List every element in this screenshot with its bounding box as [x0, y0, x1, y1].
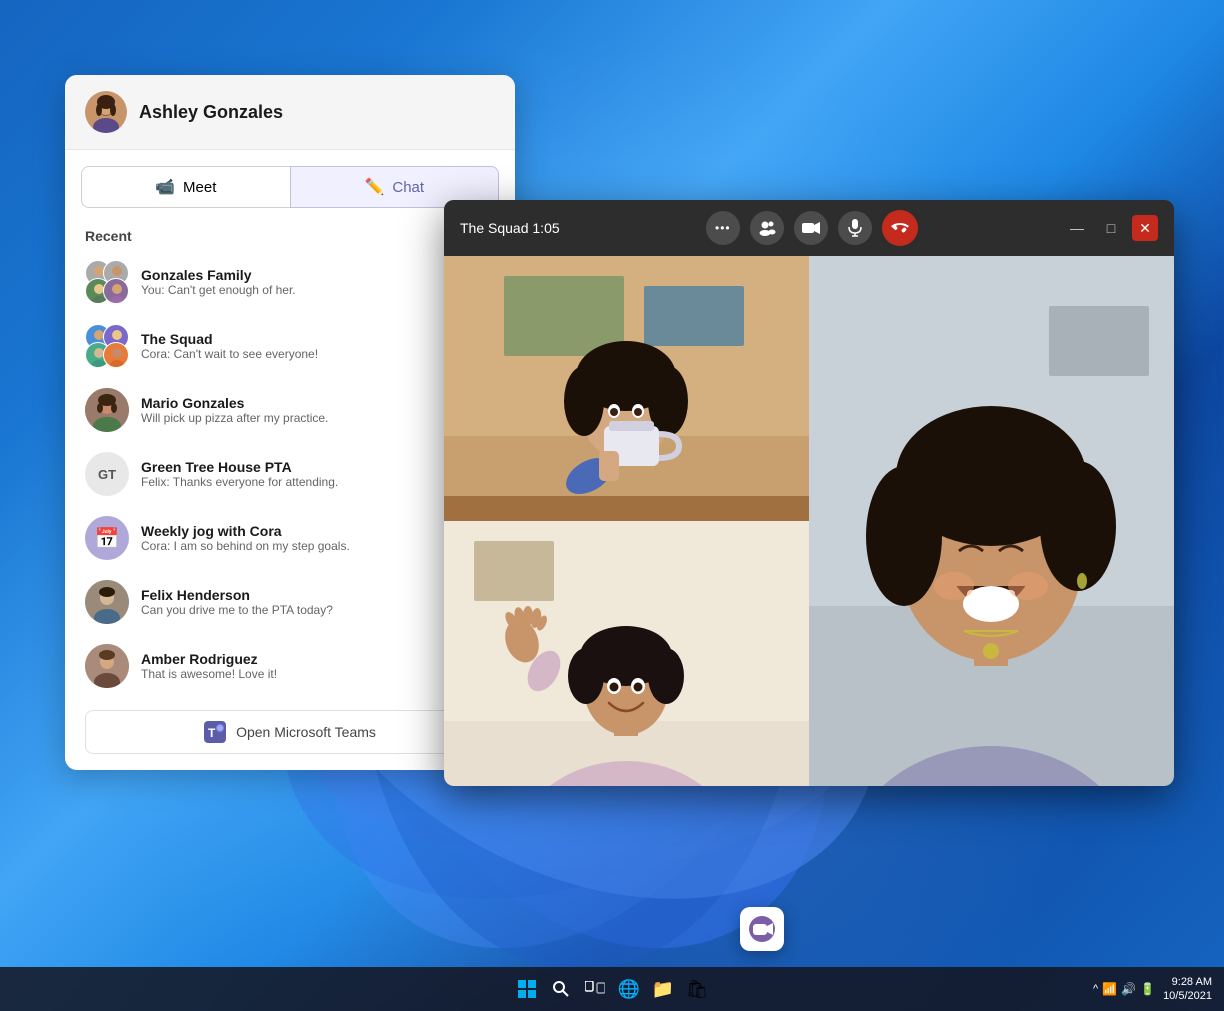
participant-video-2	[444, 521, 809, 786]
participants-icon	[758, 220, 776, 236]
taskbar-right: ^ 📶 🔊 🔋 9:28 AM 10/5/2021	[1093, 975, 1212, 1004]
contact-info: Weekly jog with Cora Cora: I am so behin…	[141, 523, 495, 553]
open-teams-button[interactable]: T Open Microsoft Teams	[85, 710, 495, 754]
taskbar-clock[interactable]: 9:28 AM 10/5/2021	[1163, 975, 1212, 1004]
camera-icon	[802, 221, 820, 235]
end-call-icon	[891, 222, 909, 234]
windows-icon	[518, 980, 536, 998]
video-cell-bottom-left	[444, 521, 809, 786]
camera-button[interactable]	[794, 211, 828, 245]
group-avatar-gonzales	[85, 260, 129, 304]
chat-icon: ✏️	[364, 177, 384, 197]
contact-info: Mario Gonzales Will pick up pizza after …	[141, 395, 495, 425]
taskbar-search-button[interactable]	[547, 975, 575, 1003]
group-avatar-squad	[85, 324, 129, 368]
contact-info: Gonzales Family You: Can't get enough of…	[141, 267, 495, 297]
end-call-button[interactable]	[882, 210, 918, 246]
contact-info: Amber Rodriguez That is awesome! Love it…	[141, 651, 495, 681]
participant-video-large	[809, 256, 1174, 786]
video-cell-top-left	[444, 256, 809, 521]
tab-row: 📹 Meet ✏️ Chat	[81, 166, 499, 208]
system-tray-icons: ^ 📶 🔊 🔋	[1093, 982, 1155, 996]
contact-info: The Squad Cora: Can't wait to see everyo…	[141, 331, 495, 361]
participants-button[interactable]	[750, 211, 784, 245]
chat-panel-header: Ashley Gonzales	[65, 75, 515, 150]
taskbar-start-button[interactable]	[513, 975, 541, 1003]
video-cell-large	[809, 256, 1174, 786]
felix-avatar	[85, 580, 129, 624]
teams-icon: T	[204, 721, 226, 743]
participant-video-1	[444, 256, 809, 521]
chat-panel-username: Ashley Gonzales	[139, 102, 283, 123]
gt-avatar: GT	[85, 452, 129, 496]
taskbar-explorer-button[interactable]: 📁	[649, 975, 677, 1003]
svg-text:T: T	[208, 726, 216, 740]
mic-icon	[848, 219, 862, 237]
contact-info: Felix Henderson Can you drive me to the …	[141, 587, 495, 617]
maximize-button[interactable]: □	[1098, 215, 1124, 241]
video-grid	[444, 256, 1174, 786]
mic-button[interactable]	[838, 211, 872, 245]
search-icon	[552, 980, 570, 998]
meet-tab[interactable]: 📹 Meet	[81, 166, 290, 208]
teams-dock-logo	[745, 912, 779, 946]
jog-avatar: 📅	[85, 516, 129, 560]
taskbar: 🌐 📁 🛍 ^ 📶 🔊 🔋 9:28 AM 10/5/2021	[0, 967, 1224, 1011]
taskview-icon	[585, 981, 605, 997]
taskbar-taskview-button[interactable]	[581, 975, 609, 1003]
taskbar-center: 🌐 📁 🛍	[513, 975, 711, 1003]
ashley-avatar-image	[85, 91, 127, 133]
mario-avatar	[85, 388, 129, 432]
titlebar-controls: — □ ✕	[1064, 215, 1158, 241]
meet-icon: 📹	[155, 177, 175, 197]
user-avatar	[85, 91, 127, 133]
taskbar-edge-button[interactable]: 🌐	[615, 975, 643, 1003]
video-call-title: The Squad 1:05	[460, 220, 560, 236]
call-controls: •••	[706, 210, 918, 246]
video-call-window: The Squad 1:05 •••	[444, 200, 1174, 786]
more-options-button[interactable]: •••	[706, 211, 740, 245]
contact-info: Green Tree House PTA Felix: Thanks every…	[141, 459, 495, 489]
taskbar-store-button[interactable]: 🛍	[683, 975, 711, 1003]
close-button[interactable]: ✕	[1132, 215, 1158, 241]
amber-avatar	[85, 644, 129, 688]
teams-dock-icon[interactable]	[740, 907, 784, 951]
minimize-button[interactable]: —	[1064, 215, 1090, 241]
video-titlebar: The Squad 1:05 •••	[444, 200, 1174, 256]
